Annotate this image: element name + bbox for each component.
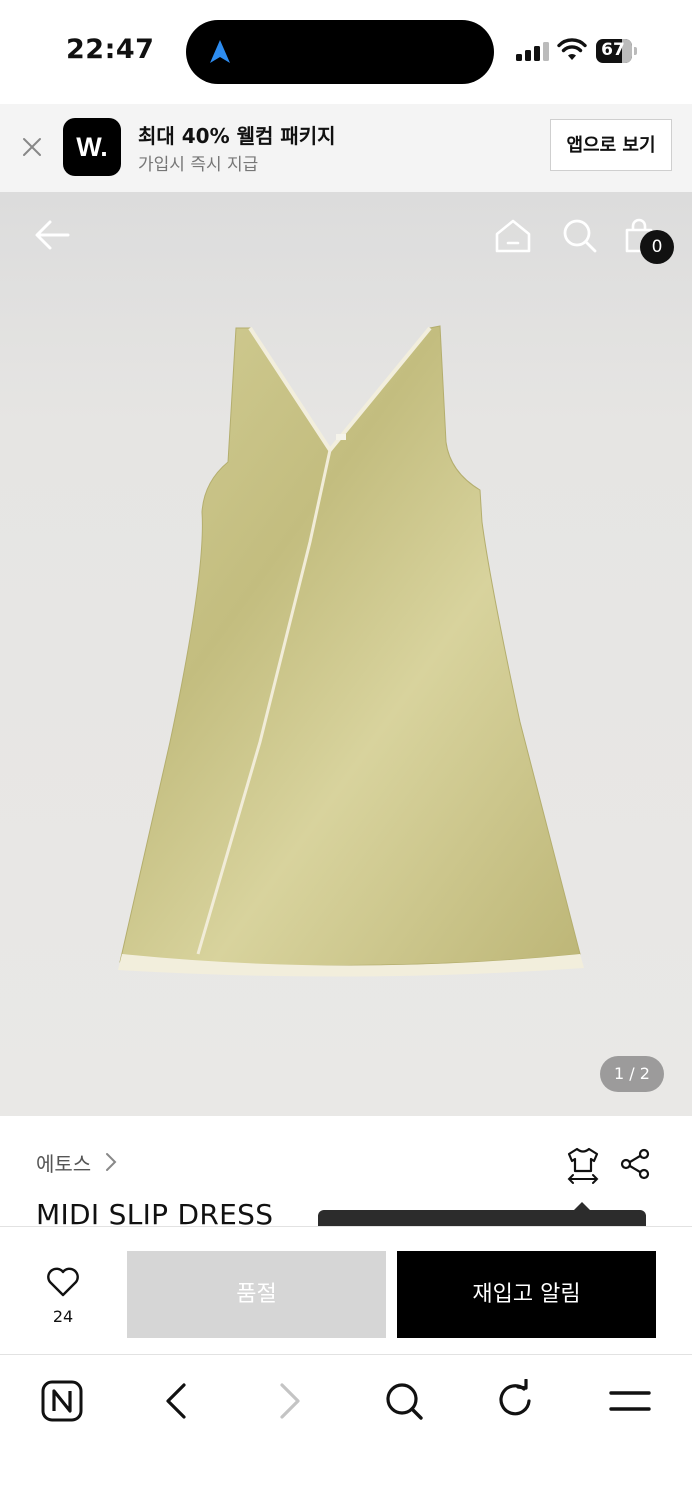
back-arrow-icon[interactable] — [34, 218, 72, 252]
wifi-icon — [557, 38, 587, 60]
status-time: 22:47 — [66, 34, 155, 65]
product-photo-dress — [118, 325, 584, 977]
navigation-arrow-icon — [210, 40, 230, 63]
naver-home-icon[interactable] — [40, 1379, 84, 1423]
search-icon[interactable] — [562, 218, 598, 254]
cellular-signal-icon — [516, 41, 549, 61]
browser-toolbar — [0, 1354, 692, 1500]
browser-forward-icon[interactable] — [276, 1379, 304, 1423]
purchase-action-bar: 24 품절 재입고 알림 — [0, 1226, 692, 1354]
share-icon[interactable] — [620, 1148, 652, 1180]
chevron-right-icon — [106, 1153, 117, 1171]
product-image-gallery[interactable]: 0 1 / 2 — [0, 192, 692, 1116]
battery-icon: 67 — [596, 39, 638, 63]
home-icon[interactable] — [494, 218, 532, 254]
app-logo: W. — [63, 118, 121, 176]
sold-out-button: 품절 — [127, 1251, 386, 1338]
image-page-indicator: 1 / 2 — [600, 1056, 664, 1092]
open-in-app-button[interactable]: 앱으로 보기 — [550, 119, 672, 171]
restock-alert-button[interactable]: 재입고 알림 — [397, 1251, 656, 1338]
dynamic-island — [186, 20, 494, 84]
refresh-icon[interactable] — [496, 1379, 536, 1423]
like-count: 24 — [52, 1307, 74, 1326]
menu-icon[interactable] — [608, 1379, 652, 1423]
status-bar: 22:47 67 — [0, 0, 692, 104]
banner-subtitle: 가입시 즉시 지급 — [138, 155, 259, 175]
browser-back-icon[interactable] — [162, 1379, 190, 1423]
brand-link[interactable]: 에토스 — [36, 1148, 91, 1177]
battery-level: 67 — [601, 40, 625, 60]
cart-count-badge: 0 — [640, 230, 674, 264]
app-install-banner: W. 최대 40% 웰컴 패키지 가입시 즉시 지급 앱으로 보기 — [0, 104, 692, 192]
heart-icon[interactable] — [46, 1267, 80, 1297]
close-icon[interactable] — [20, 135, 44, 159]
banner-title: 최대 40% 웰컴 패키지 — [138, 124, 336, 148]
size-guide-icon[interactable] — [565, 1146, 601, 1184]
browser-search-icon[interactable] — [384, 1379, 424, 1423]
